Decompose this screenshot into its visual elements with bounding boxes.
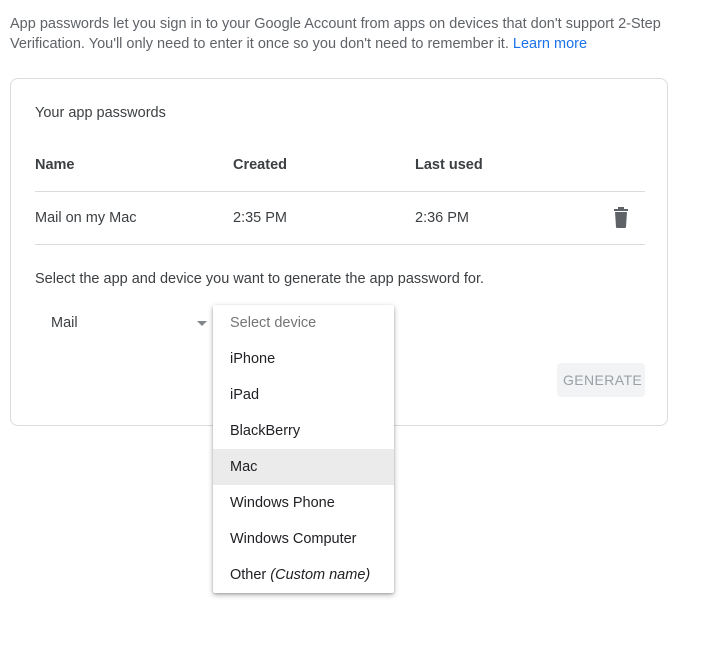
column-header-created: Created	[233, 157, 287, 173]
device-option-mac[interactable]: Mac	[213, 449, 394, 485]
device-option-ipad[interactable]: iPad	[213, 377, 394, 413]
caret-down-icon	[197, 321, 207, 326]
app-select-value: Mail	[51, 315, 78, 331]
row-last-used: 2:36 PM	[415, 210, 469, 226]
device-dropdown: Select device iPhone iPad BlackBerry Mac…	[213, 305, 394, 593]
trash-icon[interactable]	[611, 207, 631, 229]
table-divider-top	[35, 191, 645, 192]
column-header-name: Name	[35, 157, 75, 173]
learn-more-link[interactable]: Learn more	[513, 36, 587, 52]
device-option-other[interactable]: Other (Custom name)	[213, 557, 394, 593]
intro-text: App passwords let you sign in to your Go…	[10, 14, 690, 54]
row-created: 2:35 PM	[233, 210, 287, 226]
device-option-iphone[interactable]: iPhone	[213, 341, 394, 377]
generate-instruction: Select the app and device you want to ge…	[35, 271, 484, 287]
table-divider-bottom	[35, 244, 645, 245]
device-option-windows-computer[interactable]: Windows Computer	[213, 521, 394, 557]
card-title: Your app passwords	[35, 105, 166, 121]
column-header-last-used: Last used	[415, 157, 483, 173]
row-name: Mail on my Mac	[35, 210, 137, 226]
device-option-blackberry[interactable]: BlackBerry	[213, 413, 394, 449]
generate-button[interactable]: GENERATE	[557, 363, 645, 397]
device-option-other-hint: (Custom name)	[270, 567, 371, 583]
app-select[interactable]: Mail	[35, 307, 215, 339]
device-option-windows-phone[interactable]: Windows Phone	[213, 485, 394, 521]
device-option-placeholder: Select device	[230, 315, 317, 331]
device-option-other-label: Other	[230, 567, 267, 583]
